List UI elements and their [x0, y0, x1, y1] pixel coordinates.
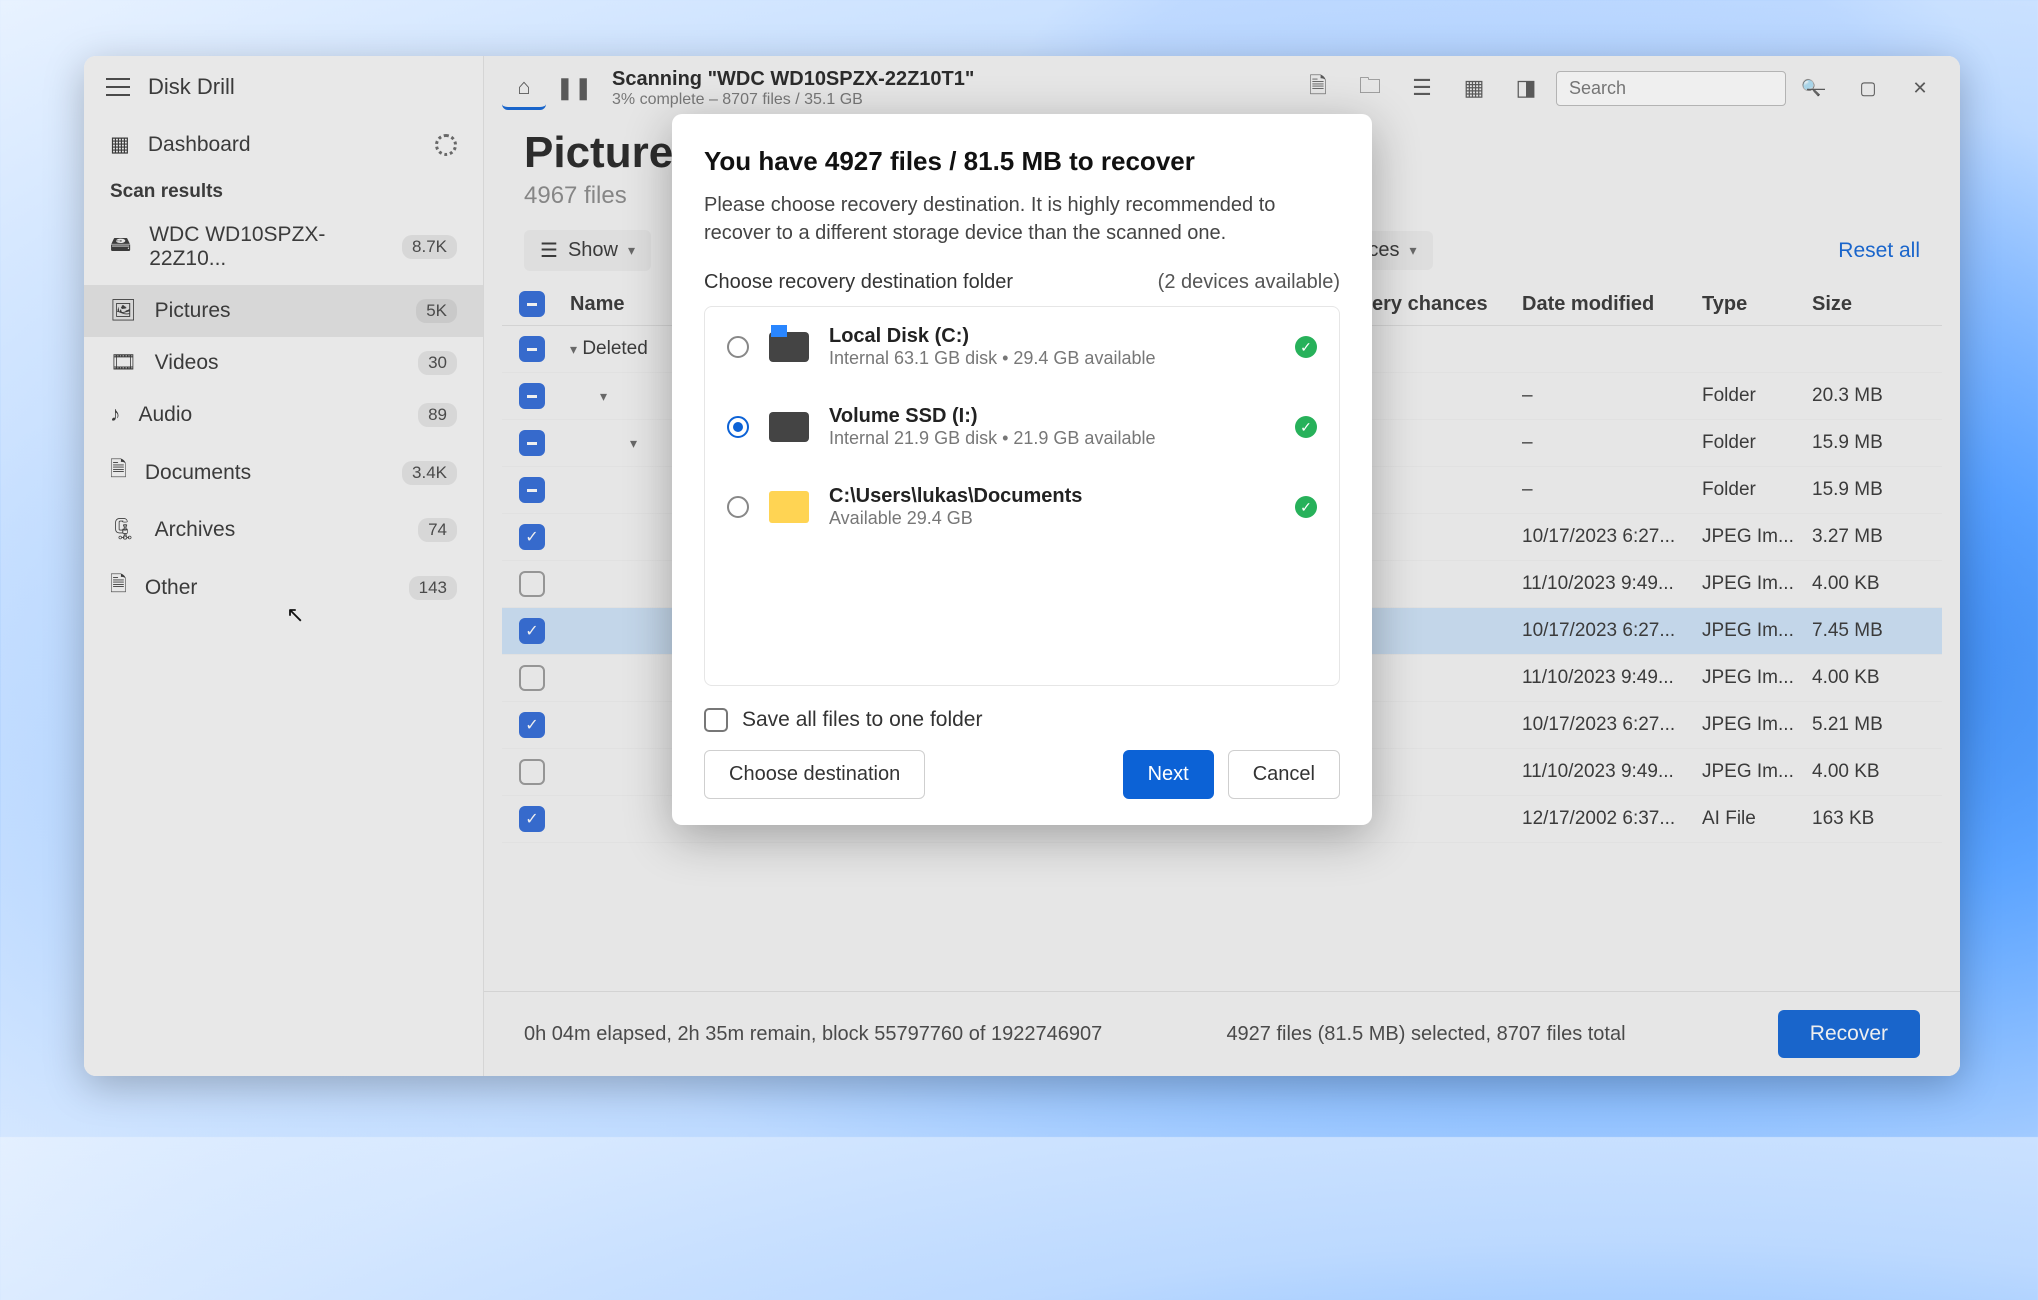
ok-icon	[1295, 416, 1317, 438]
destination-name: Volume SSD (I:)	[829, 405, 1275, 428]
radio-icon	[727, 416, 749, 438]
cursor-icon: ↖	[286, 602, 304, 628]
modal-overlay: You have 4927 files / 81.5 MB to recover…	[84, 56, 1960, 1076]
destination-name: C:\Users\lukas\Documents	[829, 485, 1275, 508]
radio-icon	[727, 496, 749, 518]
next-button[interactable]: Next	[1123, 750, 1214, 799]
drive-icon	[769, 412, 809, 442]
drive-icon	[769, 491, 809, 523]
checkbox-icon	[704, 708, 728, 732]
destination-option[interactable]: Local Disk (C:) Internal 63.1 GB disk • …	[705, 307, 1339, 387]
dest-device-count: (2 devices available)	[1158, 271, 1340, 294]
destination-sub: Internal 63.1 GB disk • 29.4 GB availabl…	[829, 348, 1275, 369]
app-window: Disk Drill ▦ Dashboard Scan results 🖴 WD…	[84, 56, 1960, 1076]
modal-title: You have 4927 files / 81.5 MB to recover	[704, 146, 1340, 177]
destination-name: Local Disk (C:)	[829, 325, 1275, 348]
ok-icon	[1295, 336, 1317, 358]
choose-destination-button[interactable]: Choose destination	[704, 750, 925, 799]
dest-header-label: Choose recovery destination folder	[704, 271, 1013, 294]
recovery-modal: You have 4927 files / 81.5 MB to recover…	[672, 114, 1372, 825]
ok-icon	[1295, 496, 1317, 518]
drive-icon	[769, 332, 809, 362]
radio-icon	[727, 336, 749, 358]
destination-list: Local Disk (C:) Internal 63.1 GB disk • …	[704, 306, 1340, 686]
destination-sub: Internal 21.9 GB disk • 21.9 GB availabl…	[829, 428, 1275, 449]
destination-option[interactable]: Volume SSD (I:) Internal 21.9 GB disk • …	[705, 387, 1339, 467]
destination-sub: Available 29.4 GB	[829, 508, 1275, 529]
cancel-button[interactable]: Cancel	[1228, 750, 1340, 799]
modal-description: Please choose recovery destination. It i…	[704, 191, 1340, 247]
destination-option[interactable]: C:\Users\lukas\Documents Available 29.4 …	[705, 467, 1339, 547]
save-all-checkbox[interactable]: Save all files to one folder	[704, 708, 1340, 732]
